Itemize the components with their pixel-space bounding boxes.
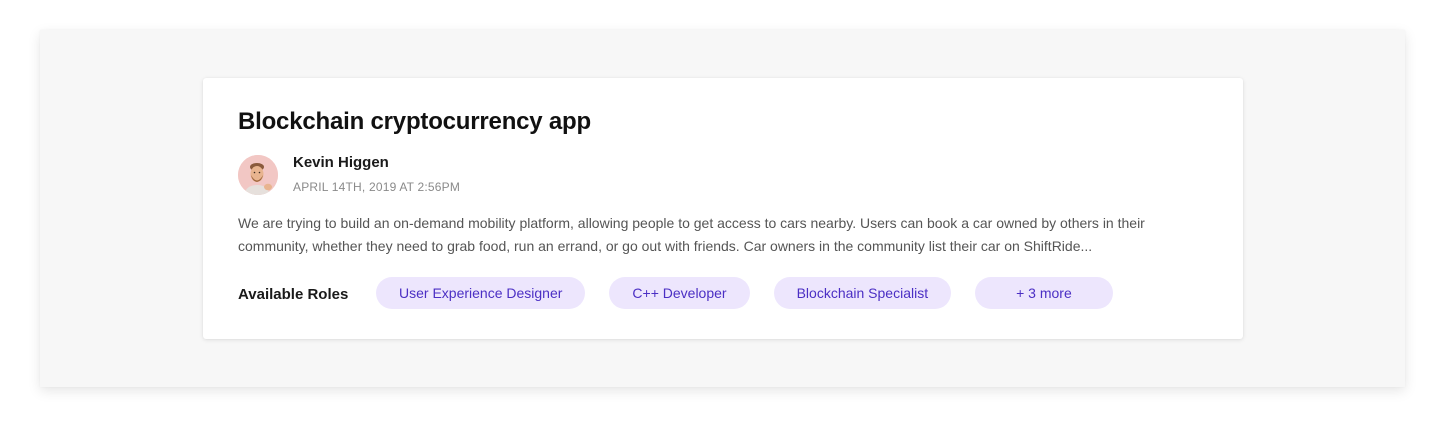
available-roles-label: Available Roles bbox=[238, 286, 349, 303]
project-title[interactable]: Blockchain cryptocurrency app bbox=[238, 108, 591, 136]
project-description: We are trying to build an on-demand mobi… bbox=[238, 215, 1145, 254]
post-timestamp: APRIL 14TH, 2019 AT 2:56PM bbox=[293, 180, 461, 194]
avatar-image bbox=[238, 155, 278, 195]
role-tag-cpp-developer[interactable]: C++ Developer bbox=[609, 277, 750, 309]
author-avatar[interactable] bbox=[238, 155, 278, 195]
role-tag-list: User Experience Designer C++ Developer B… bbox=[376, 277, 1113, 309]
role-tag-blockchain-specialist[interactable]: Blockchain Specialist bbox=[773, 277, 952, 309]
author-name[interactable]: Kevin Higgen bbox=[293, 154, 389, 171]
role-tag-user-experience-designer[interactable]: User Experience Designer bbox=[376, 277, 586, 309]
more-roles-button[interactable]: + 3 more bbox=[975, 277, 1113, 309]
project-card[interactable]: Blockchain cryptocurrency app Kevin Higg… bbox=[203, 78, 1243, 339]
